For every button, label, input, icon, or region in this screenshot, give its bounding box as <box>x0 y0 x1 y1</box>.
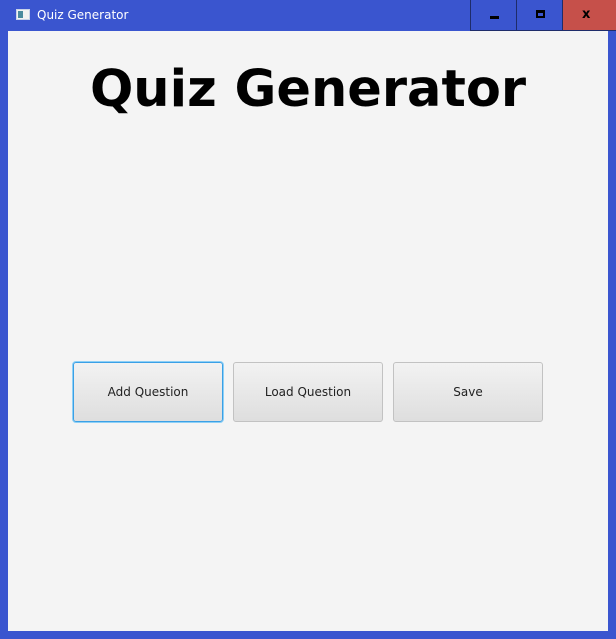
save-button[interactable]: Save <box>393 362 543 422</box>
close-button[interactable]: x <box>562 0 616 31</box>
main-content: Quiz Generator Add Question Load Questio… <box>8 31 608 631</box>
app-window: Quiz Generator x Quiz Generator Add Ques… <box>0 0 616 639</box>
minimize-icon <box>490 16 499 19</box>
maximize-button[interactable] <box>516 0 562 31</box>
load-question-button[interactable]: Load Question <box>233 362 383 422</box>
page-title: Quiz Generator <box>89 60 527 119</box>
app-icon <box>16 9 30 20</box>
minimize-button[interactable] <box>470 0 516 31</box>
maximize-icon <box>536 10 545 18</box>
close-icon: x <box>582 7 591 22</box>
title-bar[interactable]: Quiz Generator x <box>0 0 616 31</box>
add-question-button[interactable]: Add Question <box>73 362 223 422</box>
window-title: Quiz Generator <box>37 8 129 22</box>
